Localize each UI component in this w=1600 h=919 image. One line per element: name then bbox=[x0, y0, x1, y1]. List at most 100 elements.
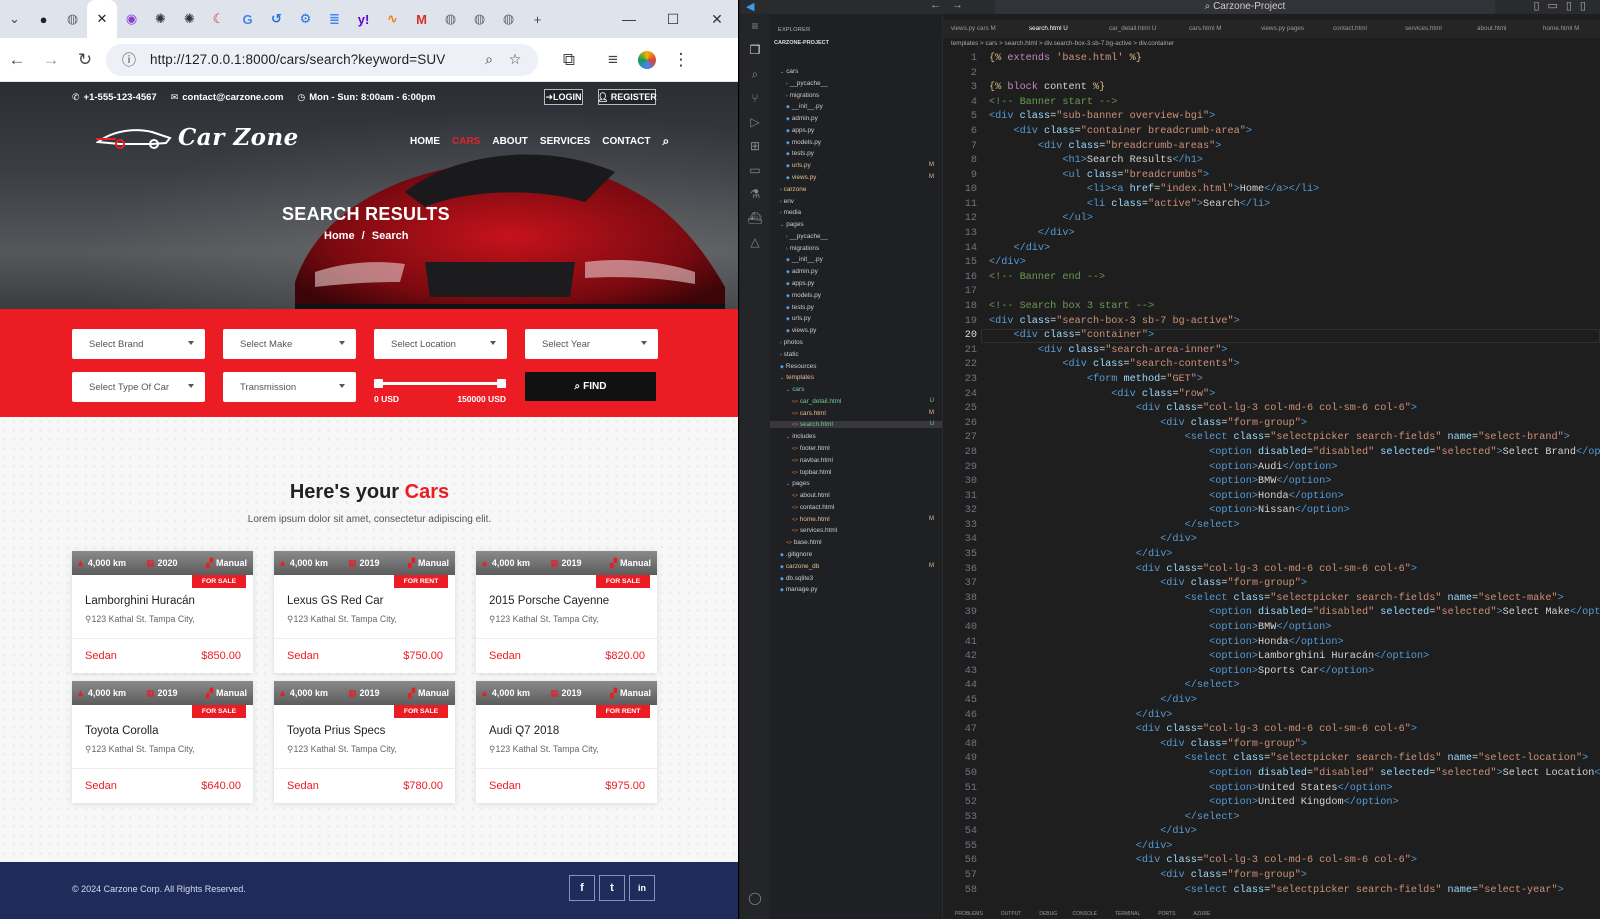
register-button[interactable]: 👤︎ REGISTER bbox=[597, 89, 657, 105]
azure-icon[interactable]: △ bbox=[740, 230, 770, 254]
select-brand[interactable]: Select Brand bbox=[72, 329, 205, 359]
file-item[interactable]: <> about.html bbox=[792, 492, 830, 499]
menu-icon[interactable]: ≡ bbox=[740, 14, 770, 38]
panel-tab[interactable]: OUTPUT bbox=[1001, 911, 1022, 917]
select-location[interactable]: Select Location bbox=[374, 329, 507, 359]
new-tab-button[interactable]: + bbox=[523, 0, 552, 38]
file-item[interactable]: ◆ manage.py bbox=[780, 586, 817, 593]
file-item[interactable]: <> search.html bbox=[770, 421, 942, 429]
openai-icon[interactable]: ✺ bbox=[146, 0, 175, 38]
testing-icon[interactable]: ⚗ bbox=[740, 182, 770, 206]
panel-tab[interactable]: PORTS bbox=[1158, 911, 1175, 917]
login-button[interactable]: ➜ LOGIN bbox=[544, 89, 583, 105]
select-year[interactable]: Select Year bbox=[525, 329, 658, 359]
linkedin-icon[interactable]: in bbox=[629, 875, 655, 901]
file-item[interactable]: <> topbar.html bbox=[792, 469, 831, 476]
car-card[interactable]: ▲ 4,000 km ▦ 2019 ▞ Manual FOR RENT Lexus G… bbox=[274, 551, 455, 673]
globe-icon[interactable]: ◍ bbox=[58, 0, 87, 38]
car-name[interactable]: Lexus GS Red Car bbox=[287, 595, 384, 607]
car-card[interactable]: ▲ 4,000 km ▦ 2019 ▞ Manual FOR RENT Audi Q7… bbox=[476, 681, 657, 803]
car-card[interactable]: ▲ 4,000 km ▦ 2019 ▞ Manual FOR SALE 2015 Po… bbox=[476, 551, 657, 673]
range-max-handle[interactable] bbox=[497, 379, 506, 388]
tab-search-icon[interactable]: ⌄ bbox=[0, 0, 29, 38]
search-icon[interactable]: ⌕ bbox=[662, 134, 669, 149]
file-item[interactable]: <> footer.html bbox=[792, 445, 830, 452]
file-item[interactable]: ◆ models.py bbox=[786, 139, 821, 146]
globe-icon[interactable]: ◍ bbox=[494, 0, 523, 38]
range-min-handle[interactable] bbox=[374, 379, 383, 388]
reading-list-icon[interactable]: ≡ bbox=[596, 43, 630, 77]
editor-tab[interactable]: contact.html bbox=[1333, 25, 1367, 32]
editor-tab[interactable]: services.html bbox=[1405, 25, 1442, 32]
folder-item[interactable]: ⌄ pages bbox=[780, 221, 804, 228]
close-icon[interactable]: ✕ bbox=[87, 0, 117, 38]
file-item[interactable]: ◆ apps.py bbox=[786, 280, 814, 287]
editor-tab[interactable]: about.html bbox=[1477, 25, 1506, 32]
panel-tab[interactable]: PROBLEMS bbox=[955, 911, 983, 917]
folder-item[interactable]: ⌄ includes bbox=[786, 433, 816, 440]
file-item[interactable]: <> navbar.html bbox=[792, 457, 833, 464]
nav-contact[interactable]: CONTACT bbox=[602, 136, 650, 147]
folder-item[interactable]: › photos bbox=[780, 339, 803, 346]
folder-item[interactable]: ⌄ cars bbox=[780, 68, 798, 75]
file-item[interactable]: ◆ views.py bbox=[786, 174, 816, 181]
extensions-icon[interactable]: ⊞ bbox=[740, 134, 770, 158]
run-debug-icon[interactable]: ▷ bbox=[740, 110, 770, 134]
bookmark-star-icon[interactable]: ☆ bbox=[502, 51, 528, 68]
car-card[interactable]: ▲ 4,000 km ▦ 2019 ▞ Manual FOR SALE Toyota … bbox=[274, 681, 455, 803]
reload-icon[interactable]: ↻ bbox=[68, 43, 102, 77]
folder-item[interactable]: ⌄ templates bbox=[780, 374, 814, 381]
file-item[interactable]: ◆ tests.py bbox=[786, 150, 814, 157]
code-editor[interactable]: 1 {% extends 'base.html' %} 2 3 {% block con… bbox=[943, 50, 1600, 909]
folder-item[interactable]: ⌄ pages bbox=[786, 480, 810, 487]
orange-app-icon[interactable]: ∿ bbox=[378, 0, 407, 38]
menu-icon[interactable]: ⋮ bbox=[664, 43, 698, 77]
file-item[interactable]: ◆ db.sqlite3 bbox=[780, 575, 813, 582]
file-item[interactable]: ◆ carzone_db bbox=[780, 563, 819, 570]
nav-back-icon[interactable]: ← bbox=[930, 0, 941, 11]
explorer-icon[interactable]: ❐ bbox=[740, 38, 770, 62]
editor-tab[interactable]: home.html M bbox=[1543, 25, 1579, 32]
gear-icon[interactable]: ⚙ bbox=[291, 0, 320, 38]
file-item[interactable]: ◆ Resources bbox=[780, 363, 816, 370]
layout-icons[interactable]: ▯▭▯▯ bbox=[1533, 0, 1594, 12]
select-make[interactable]: Select Make bbox=[223, 329, 356, 359]
folder-item[interactable]: › __pycache__ bbox=[786, 80, 828, 87]
forward-icon[interactable]: → bbox=[34, 43, 68, 77]
file-item[interactable]: ◆ admin.py bbox=[786, 268, 818, 275]
topbar-phone[interactable]: +1-555-123-4567 bbox=[84, 92, 157, 103]
globe-icon[interactable]: ◍ bbox=[465, 0, 494, 38]
topbar-email[interactable]: contact@carzone.com bbox=[182, 92, 283, 103]
search-icon[interactable]: ⌕ bbox=[740, 62, 770, 86]
docker-icon[interactable]: ⛴ bbox=[740, 206, 770, 230]
site-logo[interactable]: Car Zone bbox=[96, 122, 299, 152]
google-icon[interactable]: G bbox=[233, 0, 262, 38]
file-item[interactable]: ◆ admin.py bbox=[786, 115, 818, 122]
folder-item[interactable]: ⌄ cars bbox=[786, 386, 804, 393]
car-name[interactable]: Audi Q7 2018 bbox=[489, 725, 559, 737]
file-item[interactable]: ◆ urls.py bbox=[786, 315, 811, 322]
globe-icon[interactable]: ◍ bbox=[436, 0, 465, 38]
car-name[interactable]: 2015 Porsche Cayenne bbox=[489, 595, 609, 607]
editor-tab[interactable]: views.py pages bbox=[1261, 25, 1304, 32]
file-item[interactable]: ◆ tests.py bbox=[786, 304, 814, 311]
file-item[interactable]: <> cars.html bbox=[792, 410, 826, 417]
maximize-icon[interactable]: ☐ bbox=[651, 0, 695, 38]
gmail-icon[interactable]: M bbox=[407, 0, 436, 38]
panel-tab[interactable]: AZURE bbox=[1193, 911, 1210, 917]
yahoo-icon[interactable]: y! bbox=[349, 0, 378, 38]
zoom-icon[interactable]: ⌕ bbox=[476, 51, 502, 68]
url-text[interactable]: http://127.0.0.1:8000/cars/search?keywor… bbox=[142, 52, 476, 67]
remote-explorer-icon[interactable]: ▭ bbox=[740, 158, 770, 182]
account-icon[interactable]: ◯ bbox=[740, 886, 770, 910]
folder-item[interactable]: › env bbox=[780, 198, 794, 205]
file-item[interactable]: ◆ __init__.py bbox=[786, 103, 823, 110]
file-item[interactable]: <> contact.html bbox=[792, 504, 834, 511]
openai-icon[interactable]: ✺ bbox=[175, 0, 204, 38]
editor-breadcrumb[interactable]: templates > cars > search.html > div.sea… bbox=[943, 38, 1600, 50]
command-center-search[interactable]: ⌕ Carzone-Project bbox=[995, 0, 1495, 14]
nav-services[interactable]: SERVICES bbox=[540, 136, 590, 147]
back-icon[interactable]: ← bbox=[0, 43, 34, 77]
docs-icon[interactable]: ≣ bbox=[320, 0, 349, 38]
folder-item[interactable]: › migrations bbox=[786, 92, 819, 99]
